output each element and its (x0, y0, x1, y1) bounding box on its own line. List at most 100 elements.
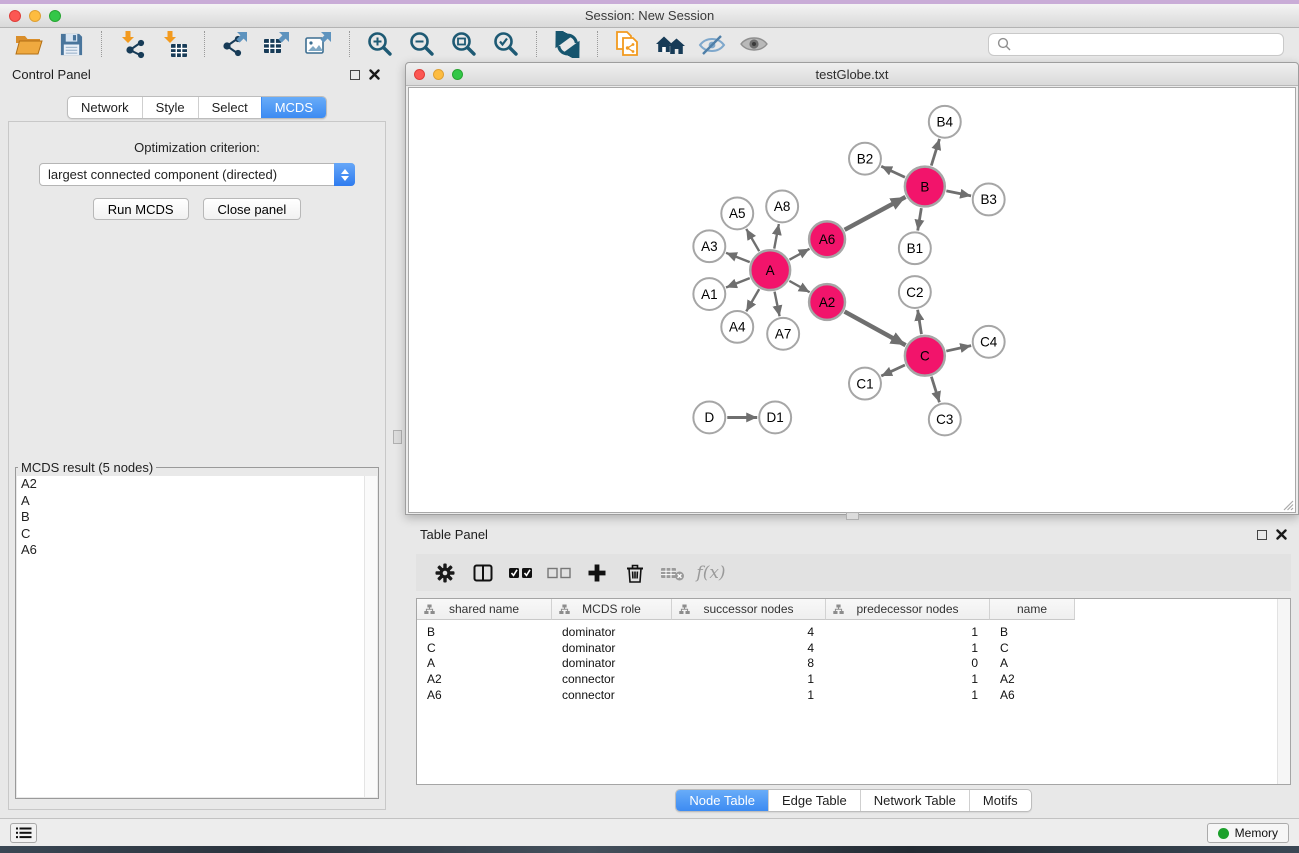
svg-text:A6: A6 (819, 232, 835, 247)
tab-style[interactable]: Style (142, 97, 198, 118)
open-session-icon[interactable] (8, 29, 50, 59)
svg-text:B3: B3 (980, 192, 996, 207)
import-network-icon[interactable] (111, 29, 153, 59)
graph-node-C[interactable]: C (905, 336, 945, 376)
mcds-result-item[interactable]: A (17, 493, 377, 510)
vertical-splitter-handle[interactable] (393, 430, 402, 444)
add-entry-icon[interactable] (578, 558, 616, 588)
graph-node-B2[interactable]: B2 (849, 143, 881, 175)
table-row[interactable]: Adominator80A (417, 655, 1290, 671)
export-image-icon[interactable] (298, 29, 340, 59)
zoom-in-icon[interactable] (359, 29, 401, 59)
table-panel-tabs: Node TableEdge TableNetwork TableMotifs (675, 789, 1031, 812)
column-header-successor-nodes[interactable]: successor nodes (672, 599, 826, 620)
zoom-selected-icon[interactable] (485, 29, 527, 59)
table-row[interactable]: A6connector11A6 (417, 687, 1290, 703)
function-builder-icon[interactable]: f(x) (692, 558, 730, 588)
table-scrollbar[interactable] (1277, 599, 1290, 784)
table-cell: A (990, 656, 1075, 670)
search-box[interactable] (988, 33, 1284, 56)
search-input[interactable] (1016, 37, 1283, 52)
tree-icon (424, 604, 435, 615)
mcds-list-scrollbar[interactable] (364, 476, 377, 797)
first-neighbors-icon[interactable] (649, 29, 691, 59)
graph-node-A4[interactable]: A4 (721, 311, 753, 343)
graph-node-B[interactable]: B (905, 167, 945, 207)
graph-node-B3[interactable]: B3 (973, 184, 1005, 216)
graph-node-D[interactable]: D (693, 402, 725, 434)
network-window-titlebar[interactable]: testGlobe.txt (406, 63, 1298, 86)
float-panel-icon[interactable] (350, 70, 360, 80)
new-network-from-selection-icon[interactable] (607, 29, 649, 59)
column-header-shared-name[interactable]: shared name (417, 599, 552, 620)
graph-node-A5[interactable]: A5 (721, 197, 753, 229)
mcds-result-item[interactable]: C (17, 526, 377, 543)
column-header-mcds-role[interactable]: MCDS role (552, 599, 672, 620)
graph-node-D1[interactable]: D1 (759, 402, 791, 434)
mcds-result-item[interactable]: A2 (17, 476, 377, 493)
table-cell: B (417, 625, 552, 639)
save-session-icon[interactable] (50, 29, 92, 59)
hide-selected-icon[interactable] (691, 29, 733, 59)
export-network-icon[interactable] (214, 29, 256, 59)
table-row[interactable]: A2connector11A2 (417, 671, 1290, 687)
memory-button[interactable]: Memory (1207, 823, 1289, 843)
zoom-out-icon[interactable] (401, 29, 443, 59)
show-all-icon[interactable] (733, 29, 775, 59)
tab-select[interactable]: Select (198, 97, 261, 118)
graph-node-C1[interactable]: C1 (849, 368, 881, 400)
split-view-icon[interactable] (464, 558, 502, 588)
import-table-icon[interactable] (153, 29, 195, 59)
resize-grip-icon[interactable] (1280, 497, 1294, 511)
graph-node-B1[interactable]: B1 (899, 232, 931, 264)
tab-motifs[interactable]: Motifs (969, 790, 1031, 811)
task-history-button[interactable] (10, 823, 37, 843)
graph-node-A1[interactable]: A1 (693, 278, 725, 310)
graph-node-C3[interactable]: C3 (929, 404, 961, 436)
export-table-icon[interactable] (256, 29, 298, 59)
graph-node-A8[interactable]: A8 (766, 191, 798, 223)
select-all-icon[interactable] (502, 558, 540, 588)
optimization-criterion-select[interactable]: largest connected component (directed) (39, 163, 355, 186)
mcds-result-legend: MCDS result (5 nodes) (18, 460, 156, 475)
float-table-panel-icon[interactable] (1257, 530, 1267, 540)
column-header-predecessor-nodes[interactable]: predecessor nodes (826, 599, 990, 620)
svg-text:C4: C4 (980, 335, 998, 350)
close-table-panel-icon[interactable] (1276, 529, 1287, 540)
list-icon (16, 827, 32, 839)
table-row[interactable]: Bdominator41B (417, 624, 1290, 640)
tab-mcds[interactable]: MCDS (261, 97, 326, 118)
desktop-background-bottom (0, 846, 1299, 853)
graph-node-B4[interactable]: B4 (929, 106, 961, 138)
close-panel-button[interactable]: Close panel (203, 198, 302, 220)
mcds-result-item[interactable]: B (17, 509, 377, 526)
refresh-icon[interactable] (546, 29, 588, 59)
network-canvas[interactable]: A5 A8 A3 A A1 A4 A7 A6 A2 B2 B B4 B3 B1 C2 C C4 C1 C3 D D1 (408, 87, 1296, 513)
graph-node-A6[interactable]: A6 (809, 221, 845, 257)
graph-node-A3[interactable]: A3 (693, 230, 725, 262)
gear-icon[interactable] (426, 558, 464, 588)
run-mcds-button[interactable]: Run MCDS (93, 198, 189, 220)
tab-network-table[interactable]: Network Table (860, 790, 969, 811)
graph-node-A7[interactable]: A7 (767, 318, 799, 350)
optimization-criterion-value: largest connected component (directed) (48, 167, 277, 182)
close-panel-icon[interactable] (369, 69, 380, 80)
horizontal-splitter-handle[interactable] (846, 512, 859, 520)
mcds-result-item[interactable]: A6 (17, 542, 377, 559)
svg-text:A4: A4 (729, 320, 746, 335)
deselect-all-icon[interactable] (540, 558, 578, 588)
delete-table-icon[interactable] (654, 558, 692, 588)
table-cell: 1 (672, 672, 826, 686)
table-row[interactable]: Cdominator41C (417, 640, 1290, 656)
tab-network[interactable]: Network (68, 97, 142, 118)
table-cell: A6 (990, 688, 1075, 702)
graph-node-C4[interactable]: C4 (973, 326, 1005, 358)
delete-entry-icon[interactable] (616, 558, 654, 588)
graph-node-C2[interactable]: C2 (899, 276, 931, 308)
column-header-name[interactable]: name (990, 599, 1075, 620)
tab-edge-table[interactable]: Edge Table (768, 790, 860, 811)
graph-node-A2[interactable]: A2 (809, 284, 845, 320)
graph-node-A[interactable]: A (750, 250, 790, 290)
tab-node-table[interactable]: Node Table (676, 790, 768, 811)
zoom-fit-icon[interactable] (443, 29, 485, 59)
